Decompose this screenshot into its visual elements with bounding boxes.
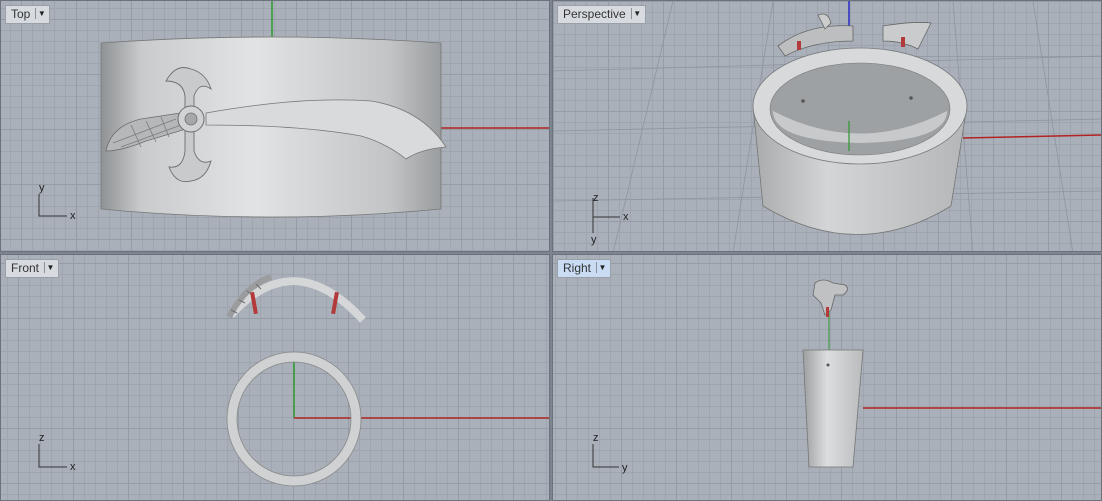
dropdown-arrow-icon[interactable]: ▼ — [630, 8, 643, 19]
axis-label-v: z — [593, 192, 599, 204]
top-scene: y x — [38, 1, 549, 222]
viewport-right-title[interactable]: Right ▼ — [557, 259, 612, 278]
x-axis-line — [962, 134, 1101, 139]
axis-label-v: z — [39, 432, 45, 444]
viewport-top-title[interactable]: Top ▼ — [5, 5, 51, 24]
viewport-perspective-title[interactable]: Perspective ▼ — [557, 5, 646, 24]
axis-label-h: x — [70, 210, 76, 222]
axis-label-v: y — [39, 182, 45, 194]
viewport-front-label: Front — [11, 261, 40, 275]
ring-side-profile — [802, 349, 864, 468]
axis-label-h: x — [70, 461, 76, 473]
dropdown-arrow-icon[interactable]: ▼ — [44, 262, 56, 273]
dropdown-arrow-icon[interactable]: ▼ — [596, 262, 608, 273]
perspective-scene: z x y — [553, 1, 1101, 251]
axis-gizmo — [38, 194, 67, 217]
axis-gizmo — [38, 444, 67, 468]
axis-label-v: z — [593, 432, 599, 444]
viewport-top[interactable]: Top ▼ y x — [0, 0, 550, 252]
viewport-front[interactable]: Front ▼ z x — [0, 254, 550, 501]
viewport-perspective-label: Perspective — [563, 7, 626, 21]
dropdown-arrow-icon[interactable]: ▼ — [35, 8, 47, 19]
viewport-right[interactable]: Right ▼ z y — [552, 254, 1102, 501]
sword-side — [812, 279, 848, 316]
axis-label-h: x — [623, 211, 629, 223]
viewport-right-label: Right — [563, 261, 592, 275]
viewport-front-title[interactable]: Front ▼ — [5, 259, 60, 278]
axis-label-h: y — [622, 462, 628, 474]
axis-label-d: y — [591, 234, 597, 246]
viewport-top-label: Top — [11, 7, 31, 21]
right-scene: z y — [592, 279, 1101, 474]
viewport-perspective[interactable]: Perspective ▼ z x y — [552, 0, 1102, 252]
axis-gizmo — [592, 444, 619, 468]
front-scene: z x — [38, 274, 549, 487]
